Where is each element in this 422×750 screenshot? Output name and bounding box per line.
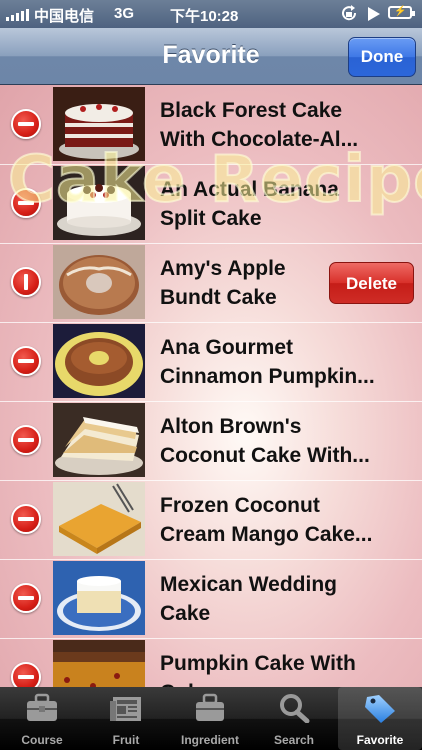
delete-toggle-icon[interactable] [11, 504, 41, 534]
tab-search[interactable]: Search [252, 687, 336, 750]
delete-toggle-icon[interactable] [11, 425, 41, 455]
list-item[interactable]: Black Forest Cake With Chocolate-Al... [0, 85, 422, 165]
list-item[interactable]: Amy's Apple Bundt Cake Delete [0, 243, 422, 323]
list-item[interactable]: Frozen Coconut Cream Mango Cake... [0, 480, 422, 560]
play-icon [368, 7, 380, 21]
recipe-title: Mexican Wedding Cake [160, 573, 337, 625]
cake-thumbnail [53, 482, 145, 556]
tab-ingredient[interactable]: Ingredient [168, 687, 252, 750]
cake-thumbnail [53, 166, 145, 240]
tag-icon [365, 695, 395, 723]
recipe-title: Alton Brown's Coconut Cake With... [160, 415, 370, 467]
list-item[interactable]: Alton Brown's Coconut Cake With... [0, 401, 422, 481]
delete-toggle-icon[interactable] [11, 583, 41, 613]
list-item[interactable]: Mexican Wedding Cake [0, 559, 422, 639]
cake-thumbnail [53, 403, 145, 477]
tab-favorite[interactable]: Favorite [338, 687, 422, 750]
clock: 下午10:28 [170, 8, 239, 25]
tab-label: Fruit [112, 733, 140, 747]
status-bar: 中国电信 3G 下午10:28 ⚡ [0, 0, 422, 28]
bag-icon [196, 693, 224, 721]
tab-label: Search [273, 733, 315, 747]
briefcase-icon [27, 693, 57, 721]
cake-thumbnail [53, 561, 145, 635]
delete-toggle-icon[interactable] [11, 188, 41, 218]
list-item[interactable]: Pumpkin Cake With Coker... [0, 638, 422, 687]
delete-toggle-icon[interactable] [11, 267, 41, 297]
delete-toggle-icon[interactable] [11, 109, 41, 139]
cake-thumbnail [53, 640, 145, 687]
tab-label: Ingredient [180, 733, 239, 747]
delete-button[interactable]: Delete [329, 262, 414, 304]
list-item[interactable]: Ana Gourmet Cinnamon Pumpkin... [0, 322, 422, 402]
carrier-name: 中国电信 [34, 8, 95, 25]
network-type: 3G [114, 5, 135, 22]
rotation-lock-icon [342, 5, 357, 21]
done-button[interactable]: Done [348, 37, 416, 77]
signal-strength-icon [6, 9, 29, 21]
tab-bar: Course Fruit Ingredient Search Favorite [0, 687, 422, 750]
recipe-title: Black Forest Cake With Chocolate-Al... [160, 99, 359, 151]
search-icon [280, 694, 310, 723]
list-item[interactable]: An Actual Banana Split Cake [0, 164, 422, 244]
tab-course[interactable]: Course [0, 687, 84, 750]
cake-thumbnail [53, 87, 145, 161]
navigation-bar: Favorite Done [0, 28, 422, 85]
recipe-title: Ana Gourmet Cinnamon Pumpkin... [160, 336, 375, 388]
cake-thumbnail [53, 245, 145, 319]
favorites-list[interactable]: Black Forest Cake With Chocolate-Al... A… [0, 85, 422, 687]
cake-thumbnail [53, 324, 145, 398]
delete-toggle-icon[interactable] [11, 662, 41, 687]
tab-label: Favorite [356, 733, 404, 747]
recipe-title: Pumpkin Cake With Coker... [160, 652, 356, 687]
tab-fruit[interactable]: Fruit [84, 687, 168, 750]
tab-label: Course [21, 733, 63, 747]
recipe-title: Frozen Coconut Cream Mango Cake... [160, 494, 373, 546]
battery-icon: ⚡ [388, 6, 415, 19]
newspaper-icon [110, 697, 141, 721]
recipe-title: An Actual Banana Split Cake [160, 178, 339, 230]
delete-toggle-icon[interactable] [11, 346, 41, 376]
